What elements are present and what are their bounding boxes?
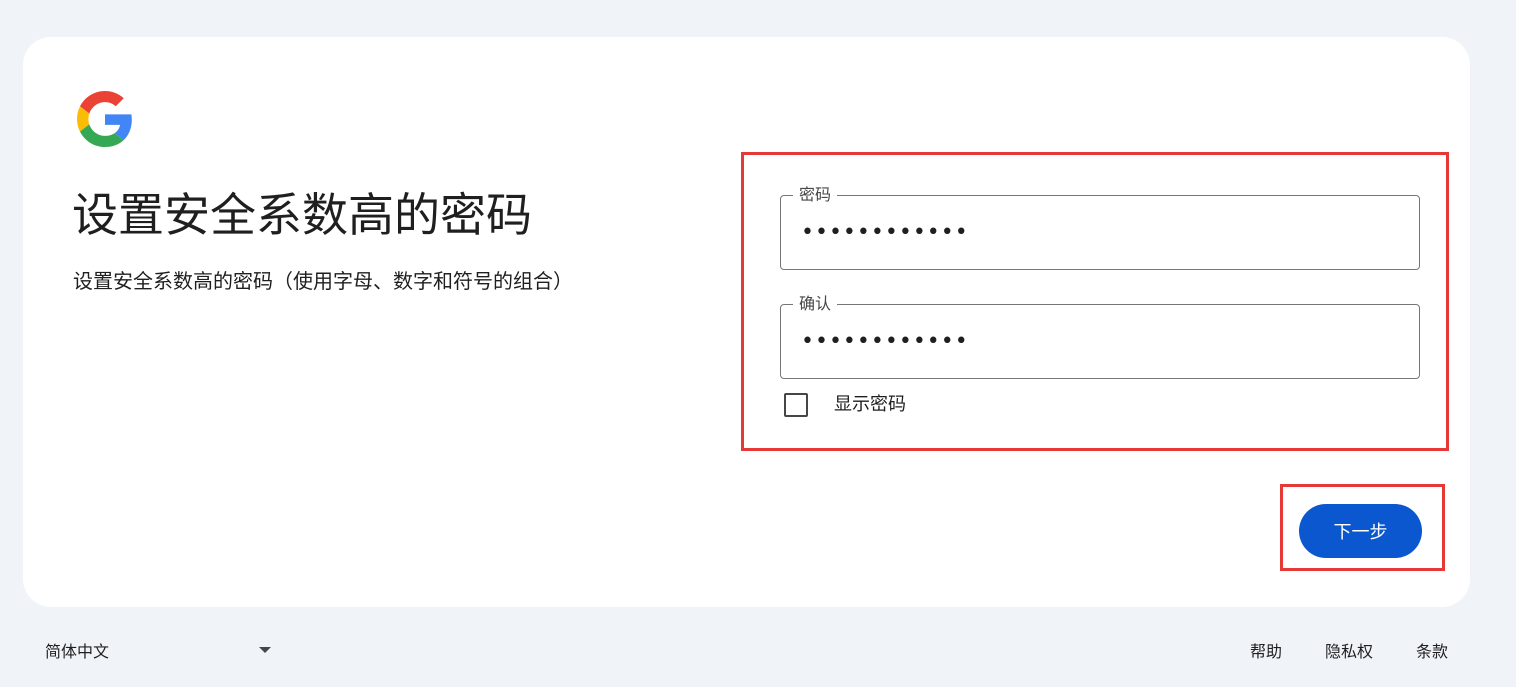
help-link[interactable]: 帮助	[1250, 638, 1282, 662]
page-title: 设置安全系数高的密码	[72, 188, 532, 242]
confirm-field-label: 确认	[793, 293, 838, 315]
privacy-link[interactable]: 隐私权	[1325, 638, 1373, 662]
language-label: 简体中文	[45, 642, 110, 661]
google-g-logo-icon	[77, 91, 132, 147]
confirm-password-input[interactable]	[801, 319, 1401, 363]
page-subtitle: 设置安全系数高的密码（使用字母、数字和符号的组合）	[73, 269, 573, 293]
terms-link[interactable]: 条款	[1416, 638, 1448, 662]
show-password-checkbox[interactable]	[784, 393, 808, 417]
next-button[interactable]: 下一步	[1299, 504, 1422, 558]
footer: 简体中文 帮助 隐私权 条款	[0, 636, 1516, 664]
footer-links: 帮助 隐私权 条款	[1207, 636, 1448, 664]
confirm-password-field[interactable]: 确认	[780, 293, 1420, 379]
password-field[interactable]: 密码	[780, 184, 1420, 270]
password-field-label: 密码	[793, 184, 838, 206]
password-input[interactable]	[801, 210, 1401, 254]
language-select[interactable]: 简体中文	[45, 636, 275, 664]
signup-card: 设置安全系数高的密码 设置安全系数高的密码（使用字母、数字和符号的组合） 密码 …	[23, 37, 1470, 607]
show-password-label: 显示密码	[834, 394, 906, 415]
show-password-toggle[interactable]: 显示密码	[784, 393, 906, 417]
chevron-down-icon	[259, 647, 271, 653]
